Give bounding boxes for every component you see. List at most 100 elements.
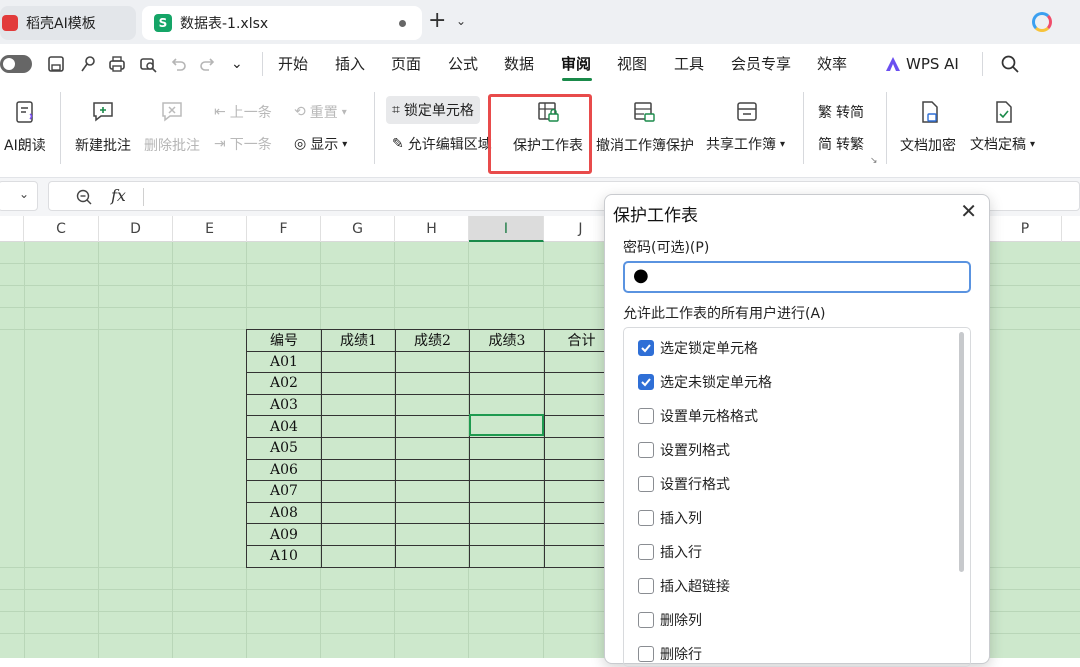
- ai-read-button[interactable]: AI朗读: [4, 135, 46, 155]
- unprotect-workbook-button[interactable]: 撤消工作簿保护: [596, 135, 694, 155]
- cell[interactable]: [395, 544, 470, 568]
- cell[interactable]: [321, 544, 396, 568]
- new-comment-button[interactable]: 新建批注: [75, 135, 131, 155]
- menu-wps-ai[interactable]: WPS AI: [906, 54, 959, 74]
- list-item[interactable]: 插入行: [638, 541, 702, 563]
- cell[interactable]: [469, 480, 545, 503]
- print-icon[interactable]: [107, 54, 127, 74]
- search-icon[interactable]: [1000, 54, 1020, 74]
- cell[interactable]: [395, 393, 470, 417]
- selected-cell[interactable]: [469, 414, 544, 436]
- print-preview-icon[interactable]: [138, 54, 158, 74]
- tab-template[interactable]: 稻壳AI模板: [0, 6, 136, 40]
- column-header-h[interactable]: H: [395, 216, 469, 242]
- list-item[interactable]: 设置列格式: [638, 439, 730, 461]
- column-header-e[interactable]: E: [173, 216, 247, 242]
- to-simplified-button[interactable]: 繁转简: [818, 102, 864, 122]
- cell[interactable]: [395, 501, 470, 525]
- id-cell[interactable]: A05: [246, 436, 322, 460]
- list-item[interactable]: 选定未锁定单元格: [638, 371, 772, 393]
- cell[interactable]: [321, 480, 396, 503]
- quick-access-chevron-icon[interactable]: ⌄: [231, 54, 243, 74]
- name-box[interactable]: ⌄: [0, 181, 38, 211]
- cell[interactable]: [321, 523, 396, 546]
- save-icon[interactable]: [46, 54, 66, 74]
- checkbox-checked[interactable]: [638, 340, 654, 356]
- cell[interactable]: [469, 544, 545, 568]
- menu-home[interactable]: 开始: [278, 54, 308, 74]
- zoom-icon[interactable]: [75, 188, 93, 206]
- cell[interactable]: [469, 436, 545, 460]
- header-cell[interactable]: 成绩2: [395, 329, 470, 352]
- list-item[interactable]: 插入列: [638, 507, 702, 529]
- id-cell[interactable]: A07: [246, 480, 322, 503]
- list-item[interactable]: 删除列: [638, 609, 702, 631]
- checkbox[interactable]: [638, 646, 654, 662]
- cell[interactable]: [395, 458, 470, 482]
- allow-edit-range-button[interactable]: ✎ 允许编辑区域: [392, 134, 492, 154]
- cell[interactable]: [469, 393, 545, 417]
- header-cell[interactable]: 成绩3: [469, 329, 545, 352]
- redo-icon[interactable]: [198, 54, 218, 74]
- show-button[interactable]: ◎ 显示 ▾: [294, 134, 347, 154]
- checkbox[interactable]: [638, 442, 654, 458]
- dialog-launcher-icon[interactable]: ↘: [870, 156, 878, 166]
- cell[interactable]: [469, 523, 545, 546]
- menu-view[interactable]: 视图: [617, 54, 647, 74]
- list-item[interactable]: 删除行: [638, 643, 702, 665]
- checkbox[interactable]: [638, 578, 654, 594]
- assistant-icon[interactable]: [1032, 12, 1052, 32]
- delete-comment-button[interactable]: 删除批注: [144, 135, 200, 155]
- list-item[interactable]: 选定锁定单元格: [638, 337, 758, 359]
- list-item[interactable]: 设置行格式: [638, 473, 730, 495]
- id-cell[interactable]: A04: [246, 415, 322, 438]
- id-cell[interactable]: A02: [246, 372, 322, 395]
- checkbox[interactable]: [638, 544, 654, 560]
- password-field[interactable]: ●: [623, 261, 971, 293]
- cell[interactable]: [469, 501, 545, 525]
- cell[interactable]: [321, 415, 396, 438]
- new-tab-button[interactable]: +: [428, 10, 446, 32]
- list-item[interactable]: 设置单元格格式: [638, 405, 758, 427]
- id-cell[interactable]: A01: [246, 350, 322, 374]
- cell[interactable]: [321, 372, 396, 395]
- close-icon[interactable]: ✕: [960, 199, 977, 223]
- lock-cell-button[interactable]: ⌗ 锁定单元格: [386, 96, 480, 124]
- menu-member[interactable]: 会员专享: [731, 54, 791, 74]
- tab-list-chevron-icon[interactable]: ⌄: [456, 14, 466, 28]
- checkbox[interactable]: [638, 510, 654, 526]
- sidebar-toggle[interactable]: [0, 55, 32, 73]
- cell[interactable]: [469, 372, 545, 395]
- cell[interactable]: [395, 372, 470, 395]
- next-comment-button[interactable]: ⇥ 下一条: [214, 134, 272, 154]
- menu-efficiency[interactable]: 效率: [817, 54, 847, 74]
- checkbox[interactable]: [638, 476, 654, 492]
- id-cell[interactable]: A09: [246, 523, 322, 546]
- document-finalize-button[interactable]: 文档定稿 ▾: [970, 134, 1035, 154]
- id-cell[interactable]: A10: [246, 544, 322, 568]
- header-cell[interactable]: 编号: [246, 329, 322, 352]
- menu-formula[interactable]: 公式: [448, 54, 478, 74]
- cell[interactable]: [395, 350, 470, 374]
- menu-review[interactable]: 审阅: [561, 54, 591, 74]
- column-header-f[interactable]: F: [247, 216, 321, 242]
- cell[interactable]: [395, 436, 470, 460]
- column-header-d[interactable]: D: [99, 216, 173, 242]
- format-painter-icon[interactable]: [78, 54, 98, 74]
- list-item[interactable]: 插入超链接: [638, 575, 730, 597]
- column-header-c[interactable]: C: [24, 216, 99, 242]
- id-cell[interactable]: A06: [246, 458, 322, 482]
- cell[interactable]: [321, 436, 396, 460]
- menu-insert[interactable]: 插入: [335, 54, 365, 74]
- cell[interactable]: [321, 458, 396, 482]
- header-cell[interactable]: 成绩1: [321, 329, 396, 352]
- cell[interactable]: [321, 393, 396, 417]
- prev-comment-button[interactable]: ⇤ 上一条: [214, 102, 272, 122]
- checkbox[interactable]: [638, 612, 654, 628]
- cell[interactable]: [395, 523, 470, 546]
- cell[interactable]: [321, 350, 396, 374]
- checkbox-checked[interactable]: [638, 374, 654, 390]
- tab-spreadsheet[interactable]: S 数据表-1.xlsx: [142, 6, 422, 40]
- menu-page[interactable]: 页面: [391, 54, 421, 74]
- undo-icon[interactable]: [168, 54, 188, 74]
